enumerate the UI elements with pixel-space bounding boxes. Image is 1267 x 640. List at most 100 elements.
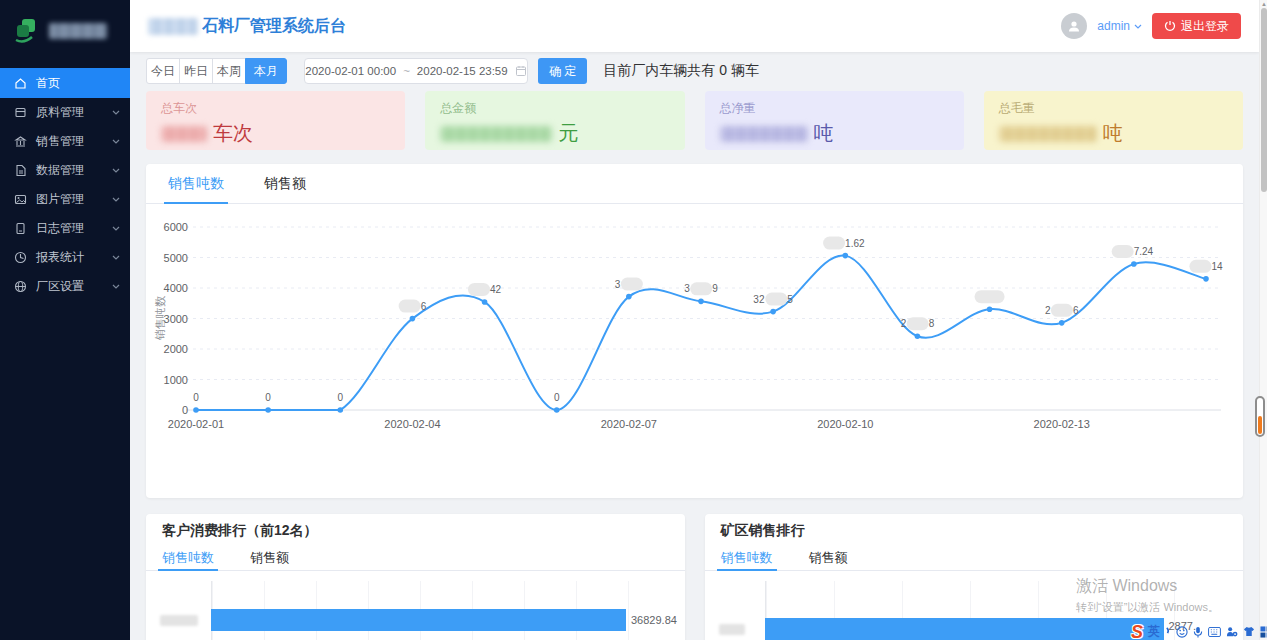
sidebar-item-home[interactable]: 首页 (0, 68, 130, 98)
quick-range-group: 今日 昨日 本周 本月 (146, 58, 287, 84)
bar-row: 36829.84 (160, 609, 677, 631)
svg-text:1.62: 1.62 (845, 238, 865, 249)
sidebar-item-label: 图片管理 (36, 191, 84, 208)
confirm-button[interactable]: 确 定 (538, 58, 587, 84)
ime-toolbox-icon[interactable] (1226, 626, 1238, 638)
customer-rank-title: 客户消费排行（前12名） (146, 514, 685, 545)
main-content: 今日 昨日 本周 本月 2020-02-01 00:00 ~ 2020-02-1… (130, 52, 1259, 640)
svg-text:9: 9 (712, 283, 718, 294)
svg-text:2020-02-13: 2020-02-13 (1034, 418, 1090, 430)
sidebar-item-logs[interactable]: 日志管理 (0, 214, 130, 243)
bar-category-blurred (160, 615, 198, 626)
svg-text:6000: 6000 (164, 221, 188, 233)
vehicle-status-text: 目前厂内车辆共有 0 辆车 (603, 62, 759, 80)
mine-rank-title: 矿区销售排行 (705, 514, 1244, 545)
ime-comma-icon[interactable] (1165, 627, 1171, 636)
svg-text:4000: 4000 (164, 282, 188, 294)
ime-skin-icon[interactable] (1243, 626, 1255, 637)
sidebar-item-label: 数据管理 (36, 162, 84, 179)
range-month-button[interactable]: 本月 (245, 58, 287, 84)
sidebar-item-label: 厂区设置 (36, 278, 84, 295)
tab-sales-tons[interactable]: 销售吨数 (168, 164, 224, 203)
sidebar-item-label: 销售管理 (36, 133, 84, 150)
top-header: 石料厂管理系统后台 admin 退出登录 (130, 0, 1259, 52)
svg-text:3000: 3000 (164, 313, 188, 325)
scrollbar-up-arrow[interactable]: ▲ (1261, 1, 1267, 7)
mine-rank-tabs: 销售吨数 销售额 (705, 545, 1244, 571)
svg-text:0: 0 (182, 404, 188, 416)
ime-keyboard-icon[interactable] (1208, 627, 1221, 637)
date-separator: ~ (403, 65, 410, 77)
sogou-logo-icon[interactable]: S (1131, 623, 1143, 640)
browser-scrollbar[interactable]: ▲ (1259, 0, 1267, 640)
svg-text:5: 5 (787, 294, 793, 305)
svg-text:2020-02-01: 2020-02-01 (168, 418, 224, 430)
sidebar-item-label: 首页 (36, 75, 60, 92)
customer-rank-bar-chart: 36829.84 (160, 571, 685, 640)
sidebar-menu: 首页 原料管理 销售管理 数据管理 图片管理 日志管理 (0, 68, 130, 301)
ime-grid-icon[interactable] (1260, 626, 1267, 638)
stat-card-gross-weight: 总毛重 吨 (984, 91, 1243, 150)
sidebar-item-reports[interactable]: 报表统计 (0, 243, 130, 272)
date-end: 2020-02-15 23:59 (417, 65, 508, 77)
tab-sales-tons[interactable]: 销售吨数 (162, 545, 214, 570)
stat-card-net-weight: 总净重 吨 (705, 91, 964, 150)
range-week-button[interactable]: 本周 (212, 58, 246, 84)
sidebar-item-materials[interactable]: 原料管理 (0, 98, 130, 127)
tab-sales-amount[interactable]: 销售额 (250, 545, 289, 570)
stat-card-trips: 总车次 车次 (146, 91, 405, 150)
svg-text:14: 14 (1211, 261, 1223, 272)
sales-trend-card: 销售吨数 销售额 0100020003000400050006000销售吨数20… (146, 164, 1243, 498)
date-range-input[interactable]: 2020-02-01 00:00 ~ 2020-02-15 23:59 (304, 58, 528, 84)
svg-text:32: 32 (753, 294, 765, 305)
user-icon (1067, 19, 1081, 33)
stat-label: 总毛重 (999, 100, 1228, 117)
svg-text:6: 6 (1073, 305, 1079, 316)
range-today-button[interactable]: 今日 (146, 58, 180, 84)
logo-icon (12, 16, 42, 46)
ime-side-handle[interactable] (1255, 396, 1265, 437)
sidebar-item-sales[interactable]: 销售管理 (0, 127, 130, 156)
logout-label: 退出登录 (1181, 18, 1229, 35)
svg-text:3: 3 (615, 279, 621, 290)
sidebar-item-data[interactable]: 数据管理 (0, 156, 130, 185)
svg-text:8: 8 (929, 318, 935, 329)
sidebar-item-label: 原料管理 (36, 104, 84, 121)
logo (0, 0, 130, 62)
ime-toolbar: S 英 (1131, 623, 1267, 640)
range-yesterday-button[interactable]: 昨日 (179, 58, 213, 84)
scrollbar-thumb[interactable] (1261, 8, 1267, 192)
ime-emoji-icon[interactable] (1176, 626, 1188, 638)
svg-text:0: 0 (193, 392, 199, 403)
sidebar-item-label: 报表统计 (36, 249, 84, 266)
stat-unit: 车次 (213, 120, 253, 147)
svg-text:2020-02-04: 2020-02-04 (384, 418, 440, 430)
sidebar-item-label: 日志管理 (36, 220, 84, 237)
stat-unit: 吨 (1103, 120, 1123, 147)
stat-label: 总金额 (440, 100, 669, 117)
stat-value-blurred (440, 126, 552, 142)
svg-text:0: 0 (554, 392, 560, 403)
stat-label: 总净重 (720, 100, 949, 117)
stat-value-blurred (161, 126, 207, 142)
sidebar-item-settings[interactable]: 厂区设置 (0, 272, 130, 301)
logout-button[interactable]: 退出登录 (1152, 13, 1241, 39)
ime-mic-icon[interactable] (1193, 626, 1203, 638)
tab-sales-amount[interactable]: 销售额 (809, 545, 848, 570)
svg-text:7.24: 7.24 (1134, 246, 1154, 257)
bar (765, 618, 1164, 640)
tab-sales-tons[interactable]: 销售吨数 (721, 545, 773, 570)
filter-bar: 今日 昨日 本周 本月 2020-02-01 00:00 ~ 2020-02-1… (146, 57, 1243, 85)
svg-text:2: 2 (901, 318, 907, 329)
stats-row: 总车次 车次 总金额 元 总净重 吨 总毛重 吨 (146, 91, 1243, 150)
page-title: 石料厂管理系统后台 (148, 16, 346, 37)
ime-language-indicator[interactable]: 英 (1148, 623, 1160, 640)
bar-row: 2877. (719, 618, 1197, 640)
bar-category-blurred (719, 624, 745, 635)
tab-sales-amount[interactable]: 销售额 (264, 164, 306, 203)
avatar[interactable] (1061, 13, 1087, 39)
sidebar-item-images[interactable]: 图片管理 (0, 185, 130, 214)
svg-text:2020-02-07: 2020-02-07 (601, 418, 657, 430)
username-dropdown[interactable]: admin (1097, 19, 1142, 33)
stat-value-blurred (999, 126, 1097, 142)
